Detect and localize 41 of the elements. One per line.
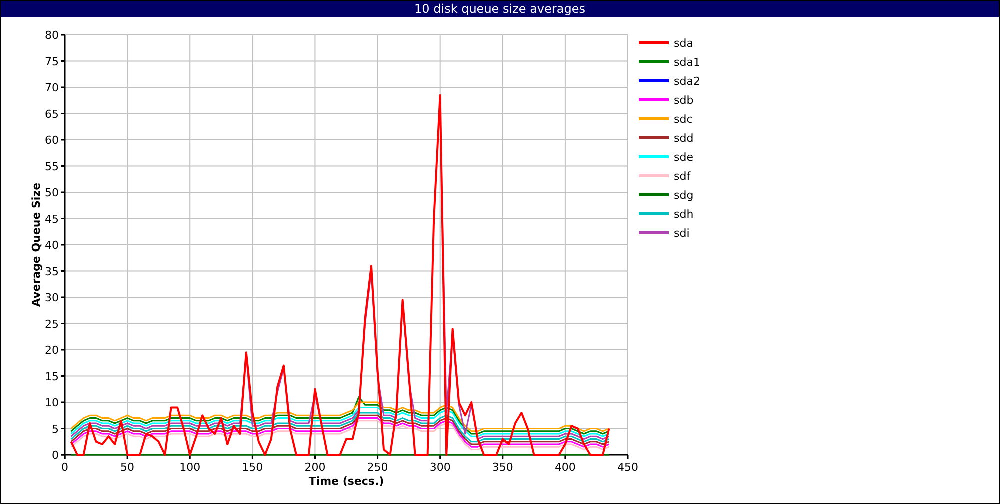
axis-tick-label: 50: [120, 461, 135, 474]
window-title: 10 disk queue size averages: [1, 1, 999, 17]
axis-tick-label: 75: [45, 55, 59, 68]
legend-label: sda2: [674, 75, 700, 88]
legend-label: sdb: [674, 94, 694, 107]
axis-tick-label: 30: [45, 292, 59, 304]
legend-label: sdd: [674, 132, 694, 145]
axis-tick-label: 0: [62, 461, 68, 474]
axis-tick-label: 400: [554, 461, 576, 474]
legend-label: sdi: [674, 227, 690, 240]
axis-tick-label: 0: [52, 449, 59, 462]
axis-tick-label: 150: [242, 461, 264, 474]
axis-tick-label: 40: [45, 239, 59, 252]
axis-tick-label: 200: [304, 461, 326, 474]
axis-tick-label: 350: [492, 461, 514, 474]
axis-tick-label: 60: [45, 134, 59, 147]
axis-tick-label: 250: [367, 461, 388, 474]
axis-tick-label: 450: [618, 461, 638, 474]
legend-label: sdf: [674, 170, 691, 183]
axis-tick-label: 5: [52, 422, 59, 436]
legend-label: sdh: [674, 208, 694, 221]
axis-tick-label: 10: [45, 396, 59, 410]
x-axis-label: Time (secs.): [308, 475, 384, 488]
legend-label: sde: [674, 151, 694, 164]
axis-tick-label: 100: [180, 461, 201, 474]
axis-tick-label: 35: [45, 265, 59, 278]
axis-tick-label: 20: [45, 344, 59, 357]
axis-tick-label: 65: [45, 108, 59, 121]
axis-tick-label: 70: [45, 82, 59, 94]
axis-tick-label: 25: [45, 318, 59, 331]
axis-tick-label: 300: [430, 461, 451, 474]
legend-label: sdg: [674, 189, 694, 202]
legend-label: sda: [674, 37, 694, 50]
axis-tick-label: 55: [45, 160, 59, 174]
legend-label: sda1: [674, 56, 700, 69]
axis-tick-label: 80: [45, 29, 59, 42]
axis-tick-label: 50: [45, 186, 59, 200]
axis-tick-label: 15: [45, 370, 59, 384]
legend-label: sdc: [674, 113, 693, 126]
axis-tick-label: 45: [45, 212, 59, 226]
y-axis-label: Average Queue Size: [30, 182, 43, 308]
